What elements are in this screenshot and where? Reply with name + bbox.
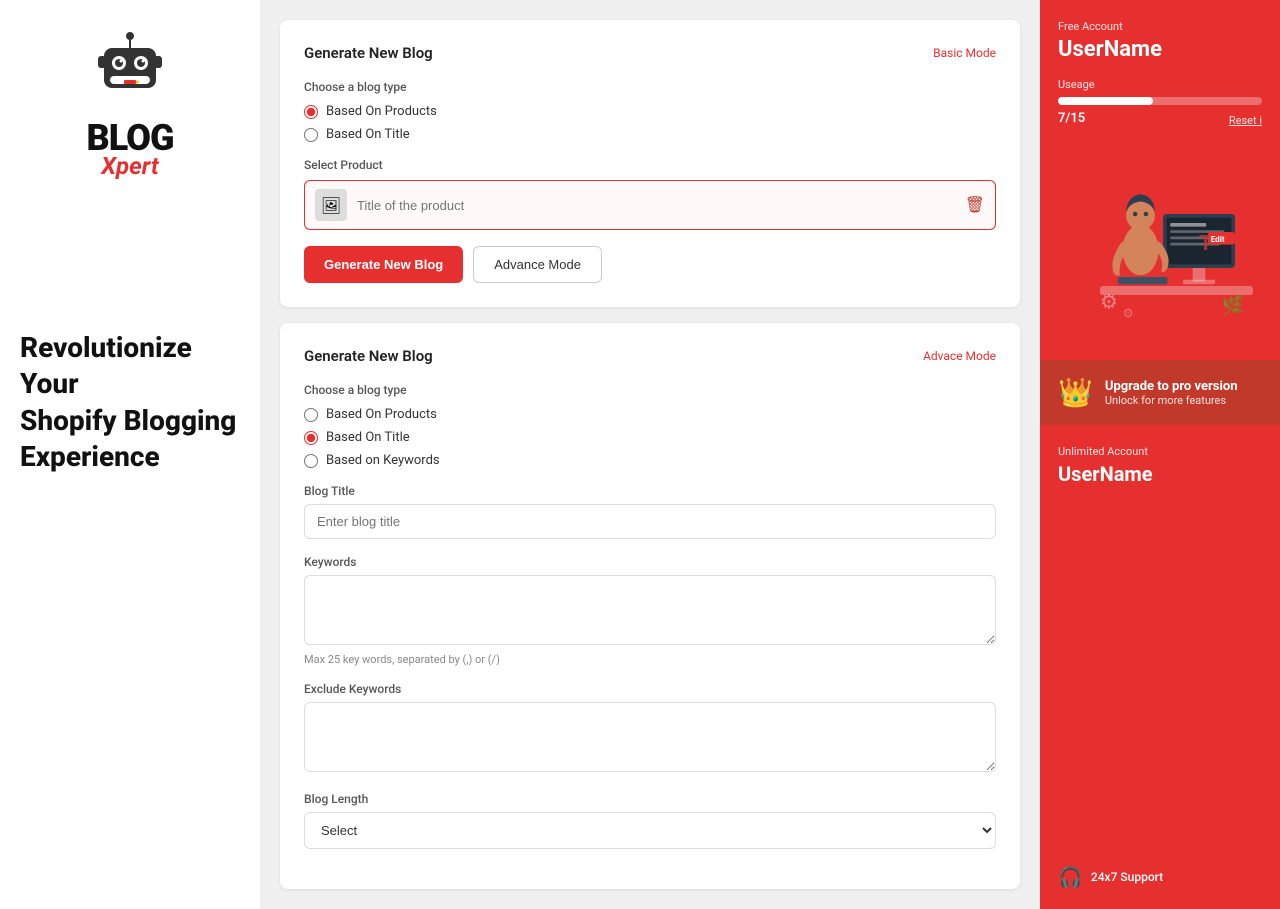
keywords-textarea[interactable] xyxy=(304,575,996,645)
support-text: 24x7 Support xyxy=(1091,870,1163,884)
left-sidebar: BLOG Xpert Revolutionize Your Shopify Bl… xyxy=(0,0,260,909)
usage-bar-background xyxy=(1058,97,1262,105)
advance-mode-button[interactable]: Advance Mode xyxy=(473,246,602,283)
card1-header: Generate New Blog Basic Mode xyxy=(304,44,996,62)
support-row: 🎧 24x7 Support xyxy=(1058,865,1262,889)
card2-blog-type-label: Choose a blog type xyxy=(304,383,996,397)
upgrade-subtitle: Unlock for more features xyxy=(1105,394,1238,407)
advance-mode-link[interactable]: Advace Mode xyxy=(923,349,996,363)
blog-length-label: Blog Length xyxy=(304,792,996,806)
radio2-products-label: Based On Products xyxy=(326,407,437,422)
reset-link[interactable]: Reset i xyxy=(1229,114,1262,127)
card1-btn-row: Generate New Blog Advance Mode xyxy=(304,246,996,283)
product-input-wrap: 🖼 🗑 xyxy=(304,180,996,230)
crown-icon: 👑 xyxy=(1058,376,1093,409)
svg-text:🌿: 🌿 xyxy=(1222,294,1244,316)
radio2-based-on-products[interactable]: Based On Products xyxy=(304,407,996,422)
card1-radio-group: Based On Products Based On Title xyxy=(304,104,996,142)
product-title-input[interactable] xyxy=(357,198,955,213)
support-icon: 🎧 xyxy=(1058,865,1083,889)
usage-bar-fill xyxy=(1058,97,1153,105)
free-account-type: Free Account xyxy=(1058,20,1262,33)
keywords-label: Keywords xyxy=(304,555,996,569)
usage-count: 7/15 xyxy=(1058,111,1085,126)
exclude-keywords-field: Exclude Keywords xyxy=(304,682,996,776)
card2-header: Generate New Blog Advace Mode xyxy=(304,347,996,365)
radio2-based-on-keywords[interactable]: Based on Keywords xyxy=(304,453,996,468)
free-username: UserName xyxy=(1058,37,1262,62)
logo-xpert: Xpert xyxy=(101,152,158,180)
product-thumbnail: 🖼 xyxy=(315,189,347,221)
blog-title-field: Blog Title xyxy=(304,484,996,539)
usage-label: Useage xyxy=(1058,78,1262,91)
blog-length-select[interactable]: Select Short Medium Long xyxy=(304,812,996,849)
exclude-keywords-textarea[interactable] xyxy=(304,702,996,772)
radio-based-on-products[interactable]: Based On Products xyxy=(304,104,996,119)
logo-word: BLOG xyxy=(86,120,173,156)
svg-text:⚙: ⚙ xyxy=(1123,307,1134,322)
free-account-card: Free Account UserName Useage 7/15 Reset … xyxy=(1040,0,1280,360)
keywords-hint: Max 25 key words, separated by (,) or (/… xyxy=(304,653,996,666)
unlimited-account-type: Unlimited Account xyxy=(1058,445,1262,458)
unlimited-account-card: Unlimited Account UserName 🎧 24x7 Suppor… xyxy=(1040,425,1280,909)
blog-title-input[interactable] xyxy=(304,504,996,539)
generate-blog-button[interactable]: Generate New Blog xyxy=(304,246,463,283)
logo-container: BLOG Xpert xyxy=(86,30,173,180)
upgrade-title: Upgrade to pro version xyxy=(1105,379,1238,394)
radio2-keywords-label: Based on Keywords xyxy=(326,453,440,468)
card-generate-advanced: Generate New Blog Advace Mode Choose a b… xyxy=(280,323,1020,889)
keywords-field: Keywords Max 25 key words, separated by … xyxy=(304,555,996,666)
svg-text:Edit: Edit xyxy=(1211,234,1225,244)
main-content: Generate New Blog Basic Mode Choose a bl… xyxy=(260,0,1040,909)
illustration-svg: ⚙ ⚙ T Edit 🌿 xyxy=(1082,160,1262,340)
unlimited-username: UserName xyxy=(1058,462,1262,486)
card1-blog-type-label: Choose a blog type xyxy=(304,80,996,94)
blog-xpert-logo-icon xyxy=(90,30,170,110)
illustration: ⚙ ⚙ T Edit 🌿 xyxy=(1058,140,1262,340)
basic-mode-link[interactable]: Basic Mode xyxy=(933,46,996,60)
right-sidebar: Free Account UserName Useage 7/15 Reset … xyxy=(1040,0,1280,909)
radio2-title-label: Based On Title xyxy=(326,430,410,445)
blog-length-field: Blog Length Select Short Medium Long xyxy=(304,792,996,849)
upgrade-text-wrap: Upgrade to pro version Unlock for more f… xyxy=(1105,379,1238,407)
blog-title-label: Blog Title xyxy=(304,484,996,498)
upgrade-card[interactable]: 👑 Upgrade to pro version Unlock for more… xyxy=(1040,360,1280,425)
card1-title: Generate New Blog xyxy=(304,44,433,62)
product-delete-button[interactable]: 🗑 xyxy=(965,195,985,215)
radio-based-on-title[interactable]: Based On Title xyxy=(304,127,996,142)
radio-title-label: Based On Title xyxy=(326,127,410,142)
card2-radio-group: Based On Products Based On Title Based o… xyxy=(304,407,996,468)
card1-select-product-label: Select Product xyxy=(304,158,996,172)
radio-products-label: Based On Products xyxy=(326,104,437,119)
exclude-keywords-label: Exclude Keywords xyxy=(304,682,996,696)
card-generate-basic: Generate New Blog Basic Mode Choose a bl… xyxy=(280,20,1020,307)
hero-text: Revolutionize Your Shopify Blogging Expe… xyxy=(20,330,240,476)
card2-title: Generate New Blog xyxy=(304,347,433,365)
radio2-based-on-title[interactable]: Based On Title xyxy=(304,430,996,445)
svg-text:⚙: ⚙ xyxy=(1100,291,1118,314)
